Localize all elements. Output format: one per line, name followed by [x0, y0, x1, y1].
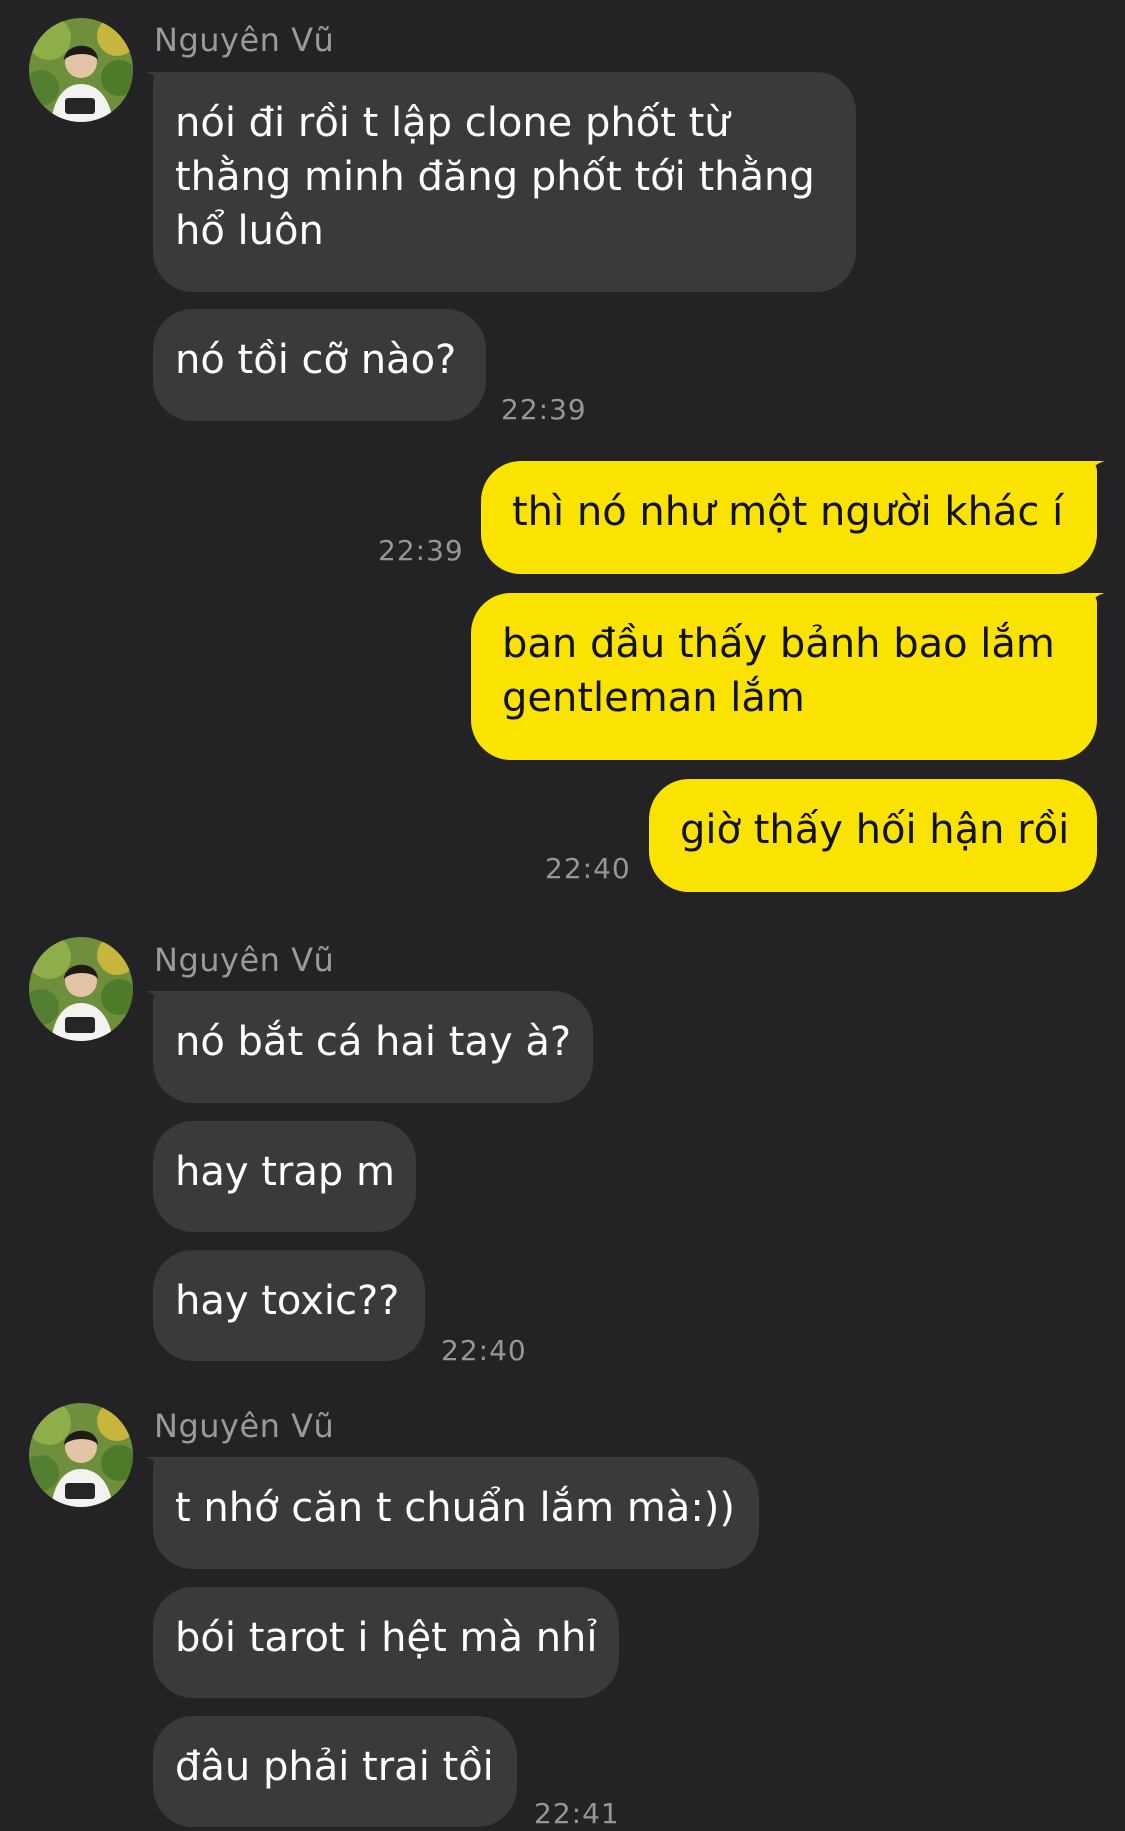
bubble-tail-icon [145, 1457, 167, 1477]
message-time: 22:39 [378, 534, 464, 567]
avatar[interactable] [29, 1403, 133, 1507]
avatar[interactable] [29, 18, 133, 122]
message-text: hay toxic?? [175, 1278, 400, 1324]
message-text: ban đầu thấy bảnh bao lắm gentleman lắm [502, 621, 1055, 721]
sender-name: Nguyên Vũ [154, 1407, 335, 1445]
bubble-tail-icon [145, 72, 167, 92]
sender-name: Nguyên Vũ [154, 21, 335, 59]
sender-name: Nguyên Vũ [154, 941, 335, 979]
avatar-photo-icon [29, 1403, 133, 1507]
message-bubble[interactable]: thì nó như một người khác í [481, 461, 1105, 574]
message-bubble[interactable]: nó tồi cỡ nào? [153, 309, 486, 421]
message-text: nó bắt cá hai tay à? [175, 1019, 572, 1065]
bubble-tail-icon [145, 991, 167, 1011]
message-time: 22:40 [545, 852, 631, 885]
avatar[interactable] [29, 937, 133, 1041]
message-text: t nhớ căn t chuẩn lắm mà:)) [175, 1485, 735, 1531]
message-time: 22:41 [534, 1797, 620, 1830]
bubble-tail-icon [1083, 593, 1105, 613]
message-time: 22:39 [501, 393, 587, 426]
message-bubble[interactable]: nói đi rồi t lập clone phốt từ thằng min… [145, 72, 856, 292]
message-text: đâu phải trai tồi [175, 1744, 494, 1790]
message-text: thì nó như một người khác í [512, 489, 1064, 535]
message-bubble[interactable]: t nhớ căn t chuẩn lắm mà:)) [145, 1457, 759, 1569]
avatar-photo-icon [29, 937, 133, 1041]
message-text: nói đi rồi t lập clone phốt từ thằng min… [175, 100, 815, 254]
message-bubble[interactable]: ban đầu thấy bảnh bao lắm gentleman lắm [471, 593, 1105, 760]
message-text: bói tarot i hệt mà nhỉ [175, 1615, 598, 1661]
message-bubble[interactable]: hay toxic?? [153, 1250, 425, 1361]
message-bubble[interactable]: hay trap m [153, 1121, 416, 1232]
message-bubble[interactable]: bói tarot i hệt mà nhỉ [153, 1587, 619, 1698]
message-bubble[interactable]: đâu phải trai tồi [153, 1716, 517, 1827]
bubble-tail-icon [1083, 461, 1105, 481]
message-text: giờ thấy hối hận rồi [680, 807, 1070, 853]
avatar-photo-icon [29, 18, 133, 122]
message-text: hay trap m [175, 1149, 395, 1195]
message-bubble[interactable]: giờ thấy hối hận rồi [649, 779, 1097, 892]
message-bubble[interactable]: nó bắt cá hai tay à? [145, 991, 593, 1103]
message-text: nó tồi cỡ nào? [175, 337, 457, 383]
message-time: 22:40 [441, 1334, 527, 1367]
